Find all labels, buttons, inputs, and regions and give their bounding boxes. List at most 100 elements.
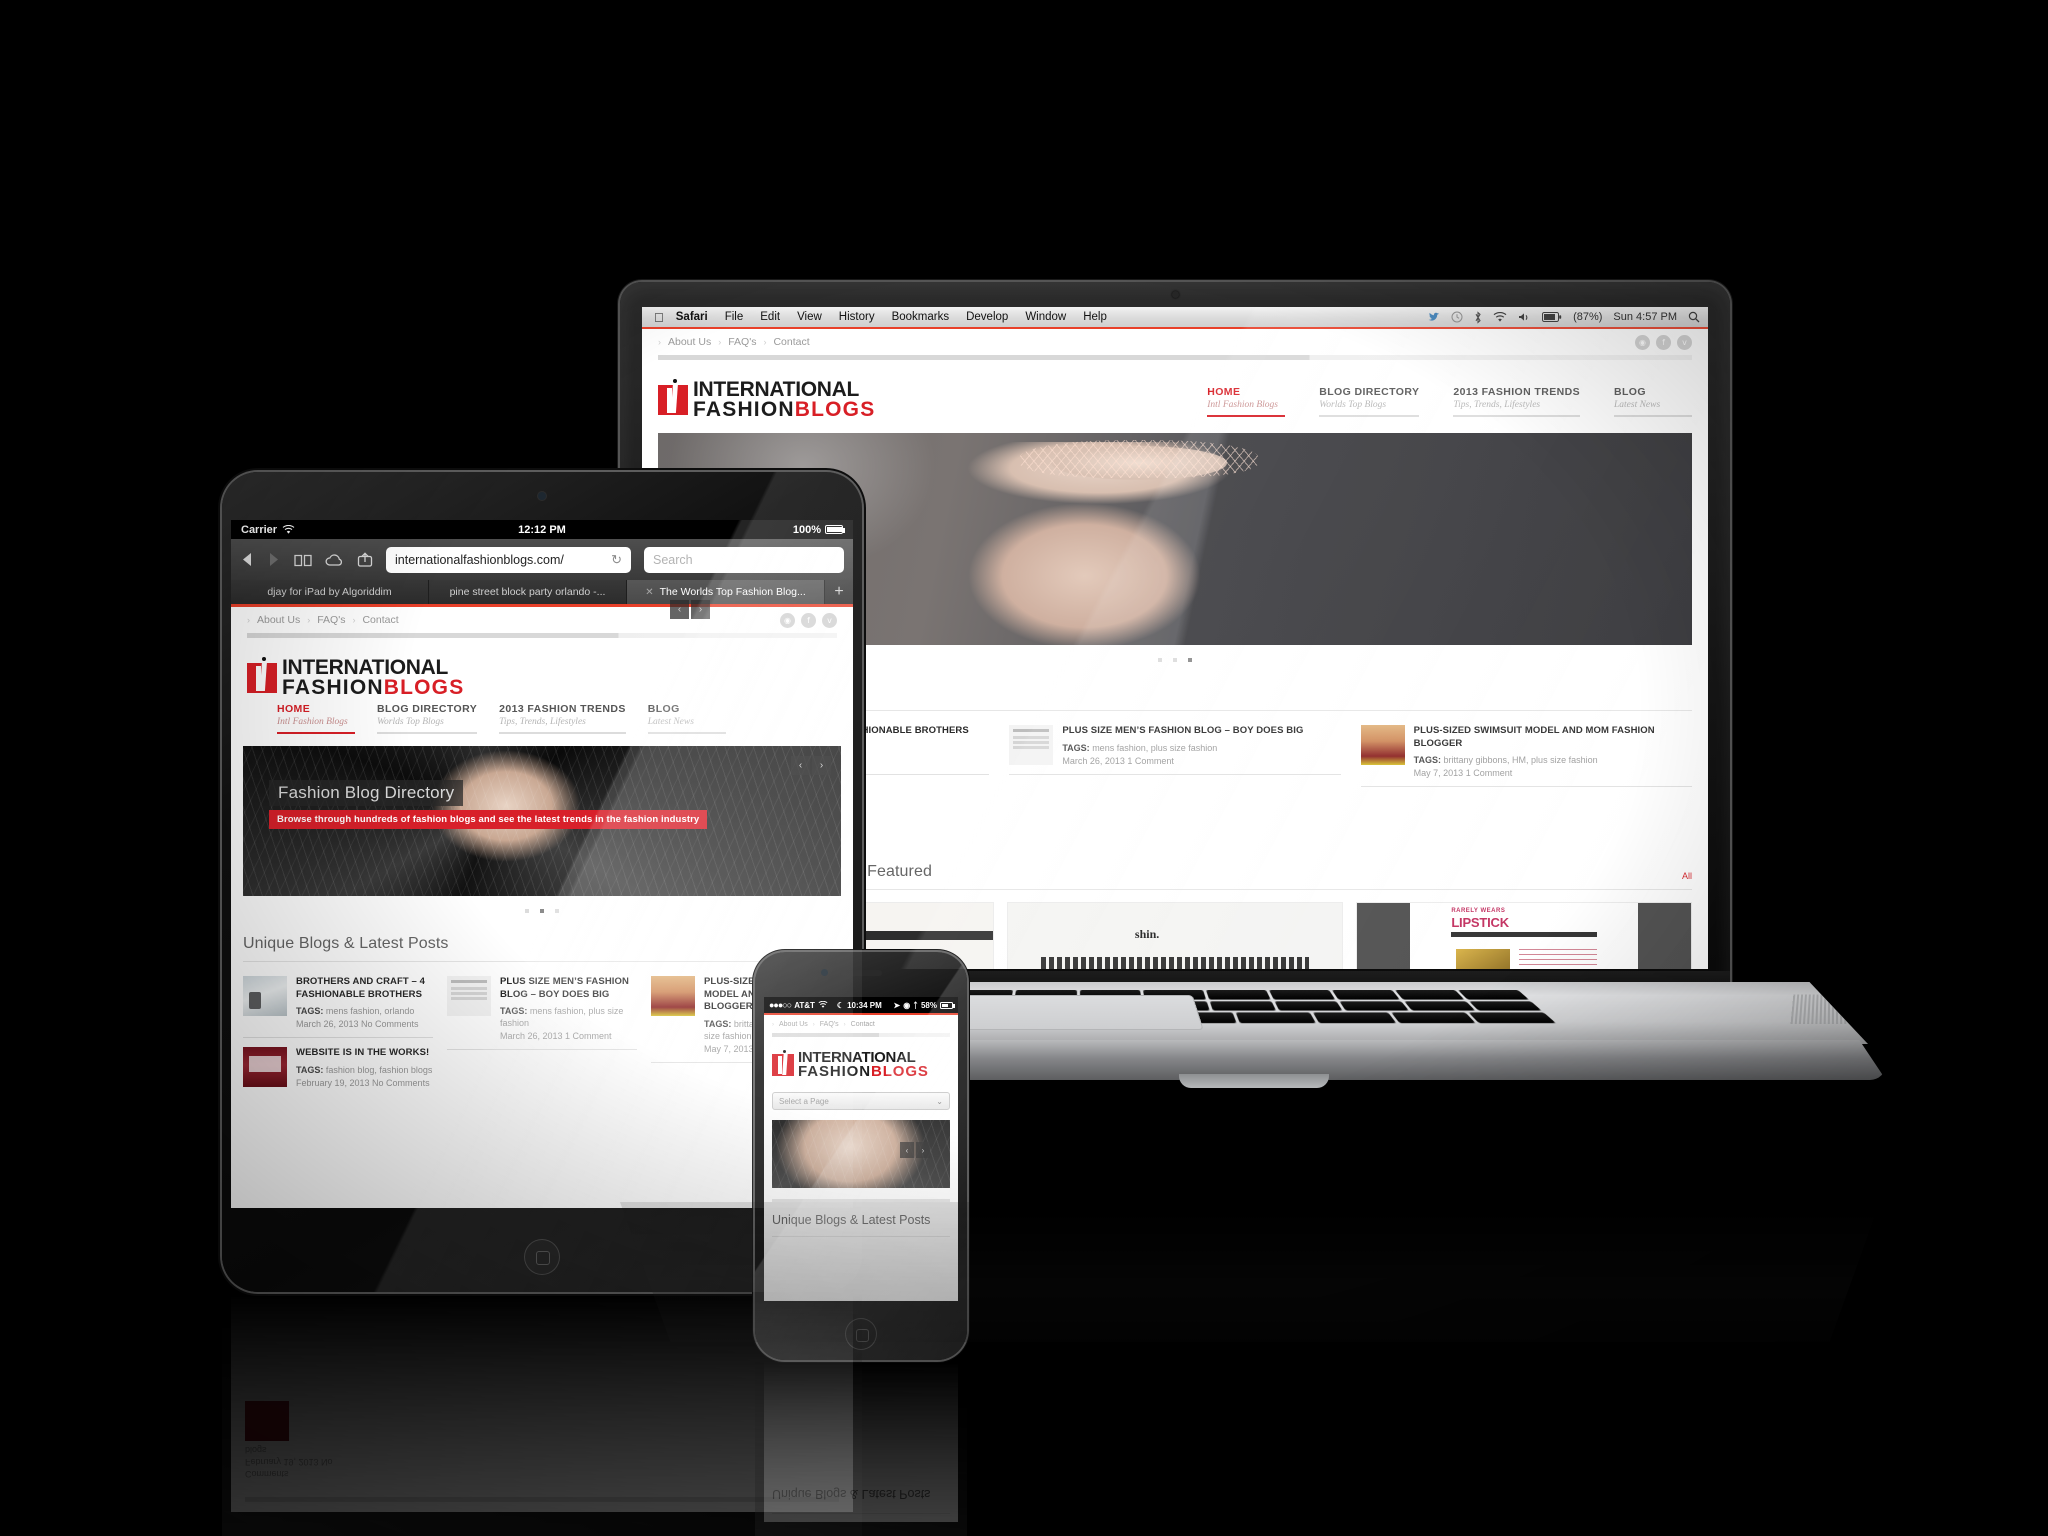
post-item[interactable]: PLUS SIZE MEN’S FASHION BLOG – BOY DOES … (1009, 725, 1341, 775)
book-icon[interactable] (294, 553, 312, 567)
rss-icon[interactable]: ◉ (1635, 334, 1650, 350)
hero-dot-1[interactable] (1158, 658, 1162, 663)
site-logo[interactable]: INTERNATIONAL FASHIONBLOGS (764, 1037, 958, 1079)
breadcrumb-sep-1: › (658, 337, 661, 347)
post-title: PLUS-SIZED SWIMSUIT MODEL AND MOM FASHIO… (1413, 725, 1655, 749)
url-input[interactable]: internationalfashionblogs.com/ ↻ (386, 546, 631, 573)
topbar-link-contact[interactable]: Contact (362, 614, 398, 626)
nav-item-blog-directory[interactable]: BLOG DIRECTORY Worlds Top Blogs (1319, 386, 1420, 418)
nav-item-fashion-trends[interactable]: 2013 FASHION TRENDS Tips, Trends, Lifest… (499, 703, 626, 735)
browser-tab[interactable]: pine street block party orlando -... (429, 580, 627, 604)
site-logo[interactable]: INTERNATIONAL FASHIONBLOGS (658, 378, 875, 421)
chevron-right-icon[interactable]: › (691, 600, 710, 620)
logo-line2: FASHIONBLOGS (798, 1064, 929, 1079)
key (1339, 1001, 1409, 1011)
iphone-home-button[interactable] (845, 1318, 877, 1350)
posts-column-2: PLUS SIZE MEN’S FASHION BLOG – BOY DOES … (1009, 725, 1341, 841)
browser-tab[interactable]: djay for iPad by Algoriddim (231, 580, 429, 604)
hero-dot-2[interactable] (1173, 658, 1177, 663)
topbar-link-faq[interactable]: FAQ's (317, 614, 345, 626)
latest-posts-section: Unique Blogs & Latest Posts BROTHERS AND… (243, 913, 841, 1104)
rss-icon[interactable]: ◉ (780, 612, 795, 628)
post-meta: March 26, 2013 No Comments (296, 1019, 419, 1030)
nav-item-home[interactable]: HOME Intl Fashion Blogs (1207, 386, 1286, 418)
menu-develop[interactable]: Develop (966, 311, 1008, 323)
post-item[interactable]: PLUS-SIZED SWIMSUIT MODEL AND MOM FASHIO… (1360, 725, 1692, 788)
hero-dot-1[interactable] (525, 909, 529, 914)
post-item[interactable]: BROTHERS AND CRAFT – 4 FASHIONABLE BROTH… (243, 976, 433, 1039)
menu-help[interactable]: Help (1083, 311, 1107, 323)
menu-edit[interactable]: Edit (760, 311, 780, 323)
nav-item-home[interactable]: HOME Intl Fashion Blogs (277, 703, 355, 735)
post-thumbnail (1009, 725, 1054, 766)
twitter-icon[interactable]: ᴠ (822, 612, 837, 628)
nav-item-fashion-trends-underline (1453, 415, 1580, 418)
facebook-icon[interactable]: f (1656, 334, 1671, 350)
url-text: internationalfashionblogs.com/ (395, 552, 564, 567)
menu-history[interactable]: History (839, 311, 875, 323)
key (1391, 1012, 1477, 1024)
nav-item-blog-directory[interactable]: BLOG DIRECTORY Worlds Top Blogs (377, 703, 478, 735)
featured-card[interactable]: RARELY WEARS LIPSTICK (1356, 902, 1692, 969)
iphone-device: ●●●○○ AT&T ☾ 10:34 PM ➤ ◉ ᛏ 58% › About … (755, 952, 967, 1360)
topbar-link-contact[interactable]: Contact (851, 1021, 875, 1028)
post-tags: TAGS: fashion blog, fashion blogs (296, 1064, 432, 1076)
battery-icon (825, 525, 845, 534)
topbar-link-about[interactable]: About Us (257, 614, 300, 626)
reload-icon[interactable]: ↻ (611, 552, 622, 568)
post-item[interactable]: PLUS SIZE MEN’S FASHION BLOG – BOY DOES … (447, 976, 637, 1051)
key (1468, 1001, 1543, 1011)
chevron-left-icon[interactable]: ‹ (670, 600, 689, 620)
back-arrow-icon[interactable] (240, 552, 254, 567)
hero-dot-3[interactable] (1188, 658, 1192, 663)
chevron-left-icon[interactable]: ‹ (791, 756, 810, 776)
site-logo[interactable]: INTERNATIONAL FASHIONBLOGS (247, 656, 464, 698)
key (1209, 1001, 1276, 1011)
nav-item-blog[interactable]: BLOG Latest News (1614, 386, 1692, 418)
topbar-link-faq[interactable]: FAQ's (728, 336, 756, 348)
menu-safari[interactable]: Safari (676, 311, 708, 323)
share-icon[interactable] (357, 552, 373, 567)
forward-arrow-icon[interactable] (267, 552, 281, 567)
close-icon[interactable]: ✕ (645, 587, 653, 598)
posts-column-3: PLUS-SIZED SWIMSUIT MODEL AND MOM FASHIO… (1360, 725, 1692, 841)
topbar-link-about[interactable]: About Us (668, 336, 711, 348)
chevron-right-icon[interactable]: › (812, 756, 831, 776)
post-tags-value: brittany gibbons, HM, plus size fashion (1443, 755, 1598, 766)
key (1394, 990, 1465, 1000)
chevron-left-icon[interactable]: ‹ (900, 1142, 914, 1159)
key (1331, 990, 1400, 1000)
nav-item-blog-directory-title: BLOG DIRECTORY (377, 703, 478, 716)
nav-item-blog[interactable]: BLOG Latest News (647, 703, 726, 735)
site-header: INTERNATIONAL FASHIONBLOGS HOME Intl Fas… (642, 360, 1708, 421)
twitter-icon[interactable]: ᴠ (1677, 334, 1692, 350)
nav-item-fashion-trends[interactable]: 2013 FASHION TRENDS Tips, Trends, Lifest… (1453, 386, 1580, 418)
cloud-icon[interactable] (325, 553, 344, 567)
menu-view[interactable]: View (797, 311, 822, 323)
featured-all-link[interactable]: All (1682, 871, 1692, 881)
browser-tab-active[interactable]: ✕ The Worlds Top Fashion Blog... (627, 580, 825, 604)
post-meta: March 26, 2013 1 Comment (500, 1031, 612, 1042)
posts-grid: BROTHERS AND CRAFT – 4 FASHIONABLE BROTH… (243, 962, 841, 1104)
search-input[interactable]: Search (644, 546, 844, 573)
featured-card[interactable] (1007, 902, 1343, 969)
apple-icon[interactable]:  (654, 310, 664, 325)
menu-bookmarks[interactable]: Bookmarks (892, 311, 950, 323)
facebook-icon[interactable]: f (801, 612, 816, 628)
menu-file[interactable]: File (725, 311, 744, 323)
topbar-link-about[interactable]: About Us (779, 1021, 808, 1028)
topbar-link-contact[interactable]: Contact (773, 336, 809, 348)
new-tab-button[interactable]: + (825, 580, 853, 604)
hero-dot-3[interactable] (555, 909, 559, 914)
menu-window[interactable]: Window (1025, 311, 1066, 323)
post-tags: TAGS: brittany gibbons, HM, plus size fa… (1414, 754, 1692, 766)
chevron-right-icon[interactable]: › (916, 1142, 930, 1159)
ipad-home-button[interactable] (524, 1239, 560, 1275)
page-select-dropdown[interactable]: Select a Page ⌄ (772, 1092, 950, 1111)
post-item[interactable]: WEBSITE IS IN THE WORKS! TAGS: fashion b… (243, 1047, 433, 1095)
breadcrumb-sep-2: › (307, 615, 311, 625)
logo-line2-a: FASHION (693, 397, 795, 421)
hero-dot-2[interactable] (540, 909, 544, 914)
topbar-link-faq[interactable]: FAQ's (820, 1021, 839, 1028)
wifi-icon (282, 524, 295, 534)
